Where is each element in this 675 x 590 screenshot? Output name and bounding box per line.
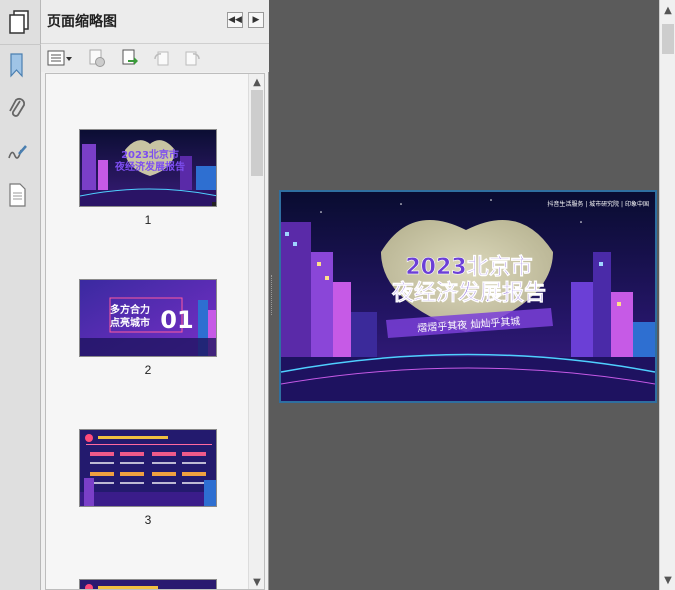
thumbnail-page-1-label: 1 (144, 213, 152, 227)
scroll-down-arrow-icon[interactable]: ▼ (249, 575, 264, 589)
expand-panel-button[interactable]: ▶ (248, 12, 264, 28)
delete-page-icon[interactable] (88, 49, 106, 67)
main-brands: 抖音生活服务 | 城市研究院 | 印象中国 (547, 200, 649, 208)
thumbnails-toolbar (41, 44, 269, 72)
collapse-panel-button[interactable]: ◀◀ (227, 12, 243, 28)
thumbnail-2-text-line1: 多方合力 (110, 303, 150, 316)
thumbnail-page-3[interactable] (79, 429, 217, 507)
scroll-up-arrow-icon[interactable]: ▲ (249, 75, 264, 89)
document-scroll-thumb[interactable] (662, 24, 674, 54)
thumbnails-scroll-thumb[interactable] (251, 90, 263, 176)
page-thumbnails-panel: 页面缩略图 ◀◀ ▶ 2023北京市 夜经济发展报告 1 多方合力 点亮城市 0… (41, 0, 269, 590)
navigation-rail (0, 0, 41, 590)
thumbnail-1-title-line2: 夜经济发展报告 (114, 160, 185, 173)
extract-page-icon[interactable] (121, 49, 139, 67)
document-page-view[interactable]: 2023北京市 夜经济发展报告 熠熠乎其夜 灿灿乎其城 抖音生活服务 | 城市研… (279, 190, 657, 403)
thumbnail-page-1[interactable]: 2023北京市 夜经济发展报告 (79, 129, 217, 207)
thumbnails-list[interactable]: 2023北京市 夜经济发展报告 1 多方合力 点亮城市 01 2 3 ▲ ▼ (45, 73, 265, 590)
panel-header: 页面缩略图 ◀◀ ▶ (41, 0, 269, 44)
document-icon[interactable] (6, 182, 28, 208)
attachment-icon[interactable] (6, 96, 28, 122)
thumbnail-2-number: 01 (160, 306, 193, 334)
thumbnail-page-2-label: 2 (144, 363, 152, 377)
main-title-line2: 夜经济发展报告 (391, 280, 546, 306)
thumbnail-page-2[interactable]: 多方合力 点亮城市 01 (79, 279, 217, 357)
rotate-left-icon[interactable] (152, 49, 170, 67)
rotate-right-icon[interactable] (184, 49, 202, 67)
panel-title: 页面缩略图 (47, 14, 117, 30)
document-scrollbar[interactable]: ▲ ▼ (659, 0, 675, 590)
thumbnail-page-4[interactable] (79, 579, 217, 589)
document-scroll-up-icon[interactable]: ▲ (660, 2, 675, 18)
thumbnail-1-title-line1: 2023北京市 (121, 148, 179, 161)
thumbnail-2-text-line2: 点亮城市 (110, 316, 150, 329)
options-menu-icon[interactable] (47, 49, 73, 67)
bookmark-icon[interactable] (6, 52, 28, 78)
thumbnails-scrollbar[interactable]: ▲ ▼ (248, 74, 264, 589)
thumbnail-page-3-label: 3 (144, 513, 152, 527)
main-title-line1: 2023北京市 (405, 254, 532, 280)
splitter-grip[interactable] (271, 275, 273, 315)
document-scroll-down-icon[interactable]: ▼ (660, 572, 675, 588)
pages-icon[interactable] (6, 8, 34, 36)
signature-icon[interactable] (6, 140, 28, 166)
